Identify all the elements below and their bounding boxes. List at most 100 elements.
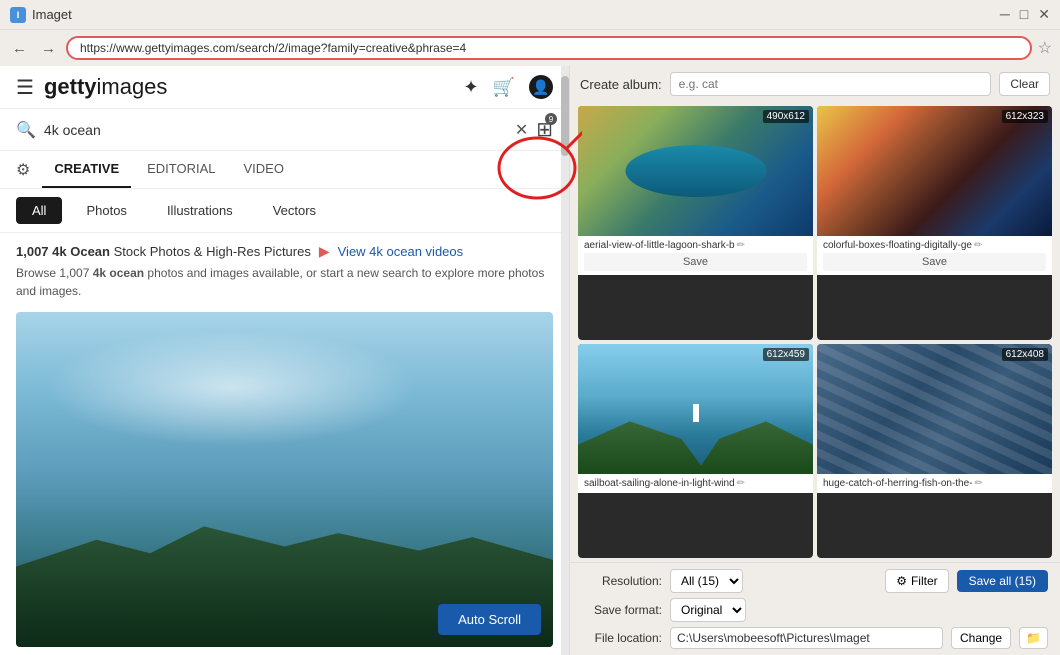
image-filename-aerial: aerial-view-of-little-lagoon-shark-b ✏ xyxy=(584,240,807,251)
change-button[interactable]: Change xyxy=(951,627,1011,649)
search-input[interactable] xyxy=(44,122,507,138)
left-scrollbar[interactable] xyxy=(561,66,569,655)
image-info-aerial: aerial-view-of-little-lagoon-shark-b ✏ S… xyxy=(578,236,813,275)
content-tabs: ⚙ CREATIVE EDITORIAL VIDEO xyxy=(0,151,569,189)
upload-search-btn[interactable]: ⊞ 9 xyxy=(536,117,553,142)
filter-icon[interactable]: ⚙ xyxy=(16,160,30,180)
sailboat-shape xyxy=(693,404,699,422)
results-count-row: 1,007 4k Ocean Stock Photos & High-Res P… xyxy=(16,243,553,260)
location-row: File location: Change 📁 xyxy=(582,627,1048,649)
sparkle-icon[interactable]: ✦ xyxy=(463,77,478,98)
clear-search-icon[interactable]: ✕ xyxy=(515,120,528,140)
image-dims-colorful: 612x323 xyxy=(1002,110,1048,123)
image-aerial: 490x612 xyxy=(578,106,813,236)
image-filename-fish: huge-catch-of-herring-fish-on-the- ✏ xyxy=(823,478,1046,489)
bookmark-icon[interactable]: ☆ xyxy=(1038,38,1052,58)
image-info-fish: huge-catch-of-herring-fish-on-the- ✏ xyxy=(817,474,1052,493)
tab-editorial[interactable]: EDITORIAL xyxy=(135,151,227,188)
menu-icon[interactable]: ☰ xyxy=(16,75,34,100)
search-icon: 🔍 xyxy=(16,120,36,140)
folder-button[interactable]: 📁 xyxy=(1019,627,1048,649)
auto-scroll-button[interactable]: Auto Scroll xyxy=(438,604,541,635)
image-card-fish[interactable]: 612x408 huge-catch-of-herring-fish-on-th… xyxy=(817,344,1052,558)
image-filename-sailboat: sailboat-sailing-alone-in-light-wind ✏ xyxy=(584,478,807,489)
video-icon: ▶ xyxy=(319,243,330,260)
album-bar: Create album: Clear xyxy=(570,66,1060,102)
image-card-colorful[interactable]: 612x323 colorful-boxes-floating-digitall… xyxy=(817,106,1052,340)
logo-bold: getty xyxy=(44,74,97,99)
edit-icon-aerial: ✏ xyxy=(737,240,745,251)
window-controls: ─ □ ✕ xyxy=(1000,6,1050,23)
save-btn-aerial[interactable]: Save xyxy=(584,253,807,271)
app-title: Imaget xyxy=(32,7,72,22)
album-label: Create album: xyxy=(580,77,662,92)
close-icon[interactable]: ✕ xyxy=(1038,6,1050,23)
browser-bar: ← → ☆ xyxy=(0,30,1060,66)
bottom-controls: Resolution: All (15) 4K HD ⚙ Filter Save… xyxy=(570,562,1060,655)
mountain-right xyxy=(696,416,814,475)
location-input[interactable] xyxy=(670,627,943,649)
image-card-sailboat[interactable]: 612x459 sailboat-sailing-alone-in-light-… xyxy=(578,344,813,558)
results-count-num: 1,007 xyxy=(16,244,52,259)
results-info: 1,007 4k Ocean Stock Photos & High-Res P… xyxy=(0,233,569,304)
tab-video[interactable]: VIDEO xyxy=(232,151,296,188)
app-icon: I xyxy=(10,7,26,23)
getty-logo: gettyimages xyxy=(44,74,167,100)
filter-pills: All Photos Illustrations Vectors xyxy=(0,189,569,233)
hero-image: Auto Scroll xyxy=(16,312,553,647)
forward-button[interactable]: → xyxy=(37,38,60,59)
getty-header: ☰ gettyimages ✦ 🛒 👤 xyxy=(0,66,569,109)
resolution-label: Resolution: xyxy=(582,574,662,588)
resolution-select[interactable]: All (15) 4K HD xyxy=(670,569,743,593)
edit-icon-sailboat: ✏ xyxy=(737,478,745,489)
maximize-icon[interactable]: □ xyxy=(1020,6,1028,23)
results-count-text: 1,007 4k Ocean Stock Photos & High-Res P… xyxy=(16,244,311,259)
hero-clouds xyxy=(43,329,419,446)
results-keyword1: 4k Ocean xyxy=(52,244,113,259)
logo-area: ☰ gettyimages xyxy=(16,74,167,100)
image-sailboat: 612x459 xyxy=(578,344,813,474)
format-select[interactable]: Original JPG PNG xyxy=(670,598,746,622)
right-panel: Create album: Clear 490x612 aerial-view-… xyxy=(570,66,1060,655)
save-all-button[interactable]: Save all (15) xyxy=(957,570,1048,592)
location-label: File location: xyxy=(582,631,662,645)
logo-light: images xyxy=(97,74,168,99)
filter-button[interactable]: ⚙ Filter xyxy=(885,569,948,593)
window-title: I Imaget xyxy=(10,7,72,23)
pill-vectors[interactable]: Vectors xyxy=(257,197,332,224)
album-input[interactable] xyxy=(670,72,992,96)
search-bar: 🔍 ✕ ⊞ 9 xyxy=(0,109,569,151)
image-fish: 612x408 xyxy=(817,344,1052,474)
save-btn-colorful[interactable]: Save xyxy=(823,253,1046,271)
cart-icon[interactable]: 🛒 xyxy=(493,77,515,98)
url-input[interactable] xyxy=(66,36,1032,60)
pill-all[interactable]: All xyxy=(16,197,62,224)
minimize-icon[interactable]: ─ xyxy=(1000,6,1010,23)
main-layout: ☰ gettyimages ✦ 🛒 👤 🔍 ✕ ⊞ 9 ⚙ C xyxy=(0,66,1060,655)
image-colorful: 612x323 xyxy=(817,106,1052,236)
results-desc: Browse 1,007 4k ocean photos and images … xyxy=(16,264,553,300)
pill-illustrations[interactable]: Illustrations xyxy=(151,197,249,224)
image-info-colorful: colorful-boxes-floating-digitally-ge ✏ S… xyxy=(817,236,1052,275)
format-label: Save format: xyxy=(582,603,662,617)
image-filename-colorful: colorful-boxes-floating-digitally-ge ✏ xyxy=(823,240,1046,251)
clear-button[interactable]: Clear xyxy=(999,72,1050,96)
upload-badge: 9 xyxy=(545,113,557,125)
resolution-row: Resolution: All (15) 4K HD ⚙ Filter Save… xyxy=(582,569,1048,593)
edit-icon-fish: ✏ xyxy=(975,478,983,489)
mountain-left xyxy=(578,416,707,475)
back-button[interactable]: ← xyxy=(8,38,31,59)
pill-photos[interactable]: Photos xyxy=(70,197,142,224)
video-link[interactable]: View 4k ocean videos xyxy=(338,244,464,259)
header-icons: ✦ 🛒 👤 xyxy=(463,75,553,99)
tab-creative[interactable]: CREATIVE xyxy=(42,151,131,188)
scroll-thumb[interactable] xyxy=(561,76,569,156)
left-panel: ☰ gettyimages ✦ 🛒 👤 🔍 ✕ ⊞ 9 ⚙ C xyxy=(0,66,570,655)
image-dims-fish: 612x408 xyxy=(1002,348,1048,361)
user-icon[interactable]: 👤 xyxy=(529,75,553,99)
image-card-aerial[interactable]: 490x612 aerial-view-of-little-lagoon-sha… xyxy=(578,106,813,340)
image-info-sailboat: sailboat-sailing-alone-in-light-wind ✏ xyxy=(578,474,813,493)
image-dims-aerial: 490x612 xyxy=(763,110,809,123)
format-row: Save format: Original JPG PNG xyxy=(582,598,1048,622)
image-grid: 490x612 aerial-view-of-little-lagoon-sha… xyxy=(570,102,1060,562)
